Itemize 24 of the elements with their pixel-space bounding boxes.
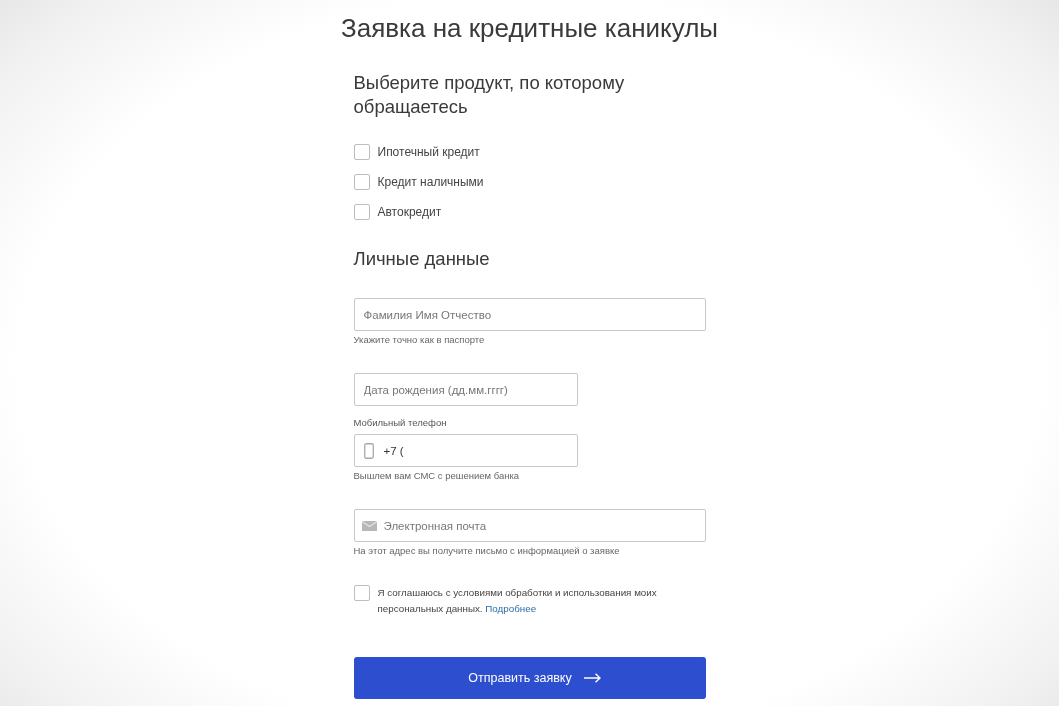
phone-input-field[interactable]: +7 ( (353, 434, 578, 467)
submit-button[interactable]: Отправить заявку (353, 657, 706, 699)
option-label: Кредит наличными (377, 175, 484, 189)
section-heading: Выберите продукт, по которому обращаетесь (353, 71, 626, 119)
section-heading: Личные данные (353, 247, 491, 271)
arrow-right-icon (583, 673, 601, 683)
field-label: Мобильный телефон (353, 417, 448, 429)
consent-text: Я соглашаюсь с условиями обработки и использования моих персональных данных. Подробнее (377, 586, 658, 616)
checkbox[interactable] (353, 144, 370, 160)
option-label: Автокредит (377, 205, 442, 219)
phone-icon (363, 442, 374, 459)
field-hint: На этот адрес вы получите письмо с информацией о заявке (353, 545, 621, 557)
envelope-icon (361, 520, 377, 531)
field-hint: Укажите точно как в паспорте (353, 334, 486, 346)
field-hint: Вышлем вам СМС с решением банка (353, 470, 521, 482)
page-title: Заявка на кредитные каникулы (341, 12, 718, 44)
email-input-field[interactable]: Электронная почта (353, 509, 706, 542)
option-label: Ипотечный кредит (377, 145, 480, 159)
details-link[interactable]: Подробнее (485, 603, 537, 614)
checkbox[interactable] (353, 174, 370, 190)
checkbox[interactable] (353, 204, 370, 220)
date-input-field[interactable]: Дата рождения (дд.мм.гггг) (353, 373, 578, 406)
name-input-field[interactable]: Фамилия Имя Отчество (353, 298, 706, 331)
checkbox[interactable] (353, 585, 370, 601)
